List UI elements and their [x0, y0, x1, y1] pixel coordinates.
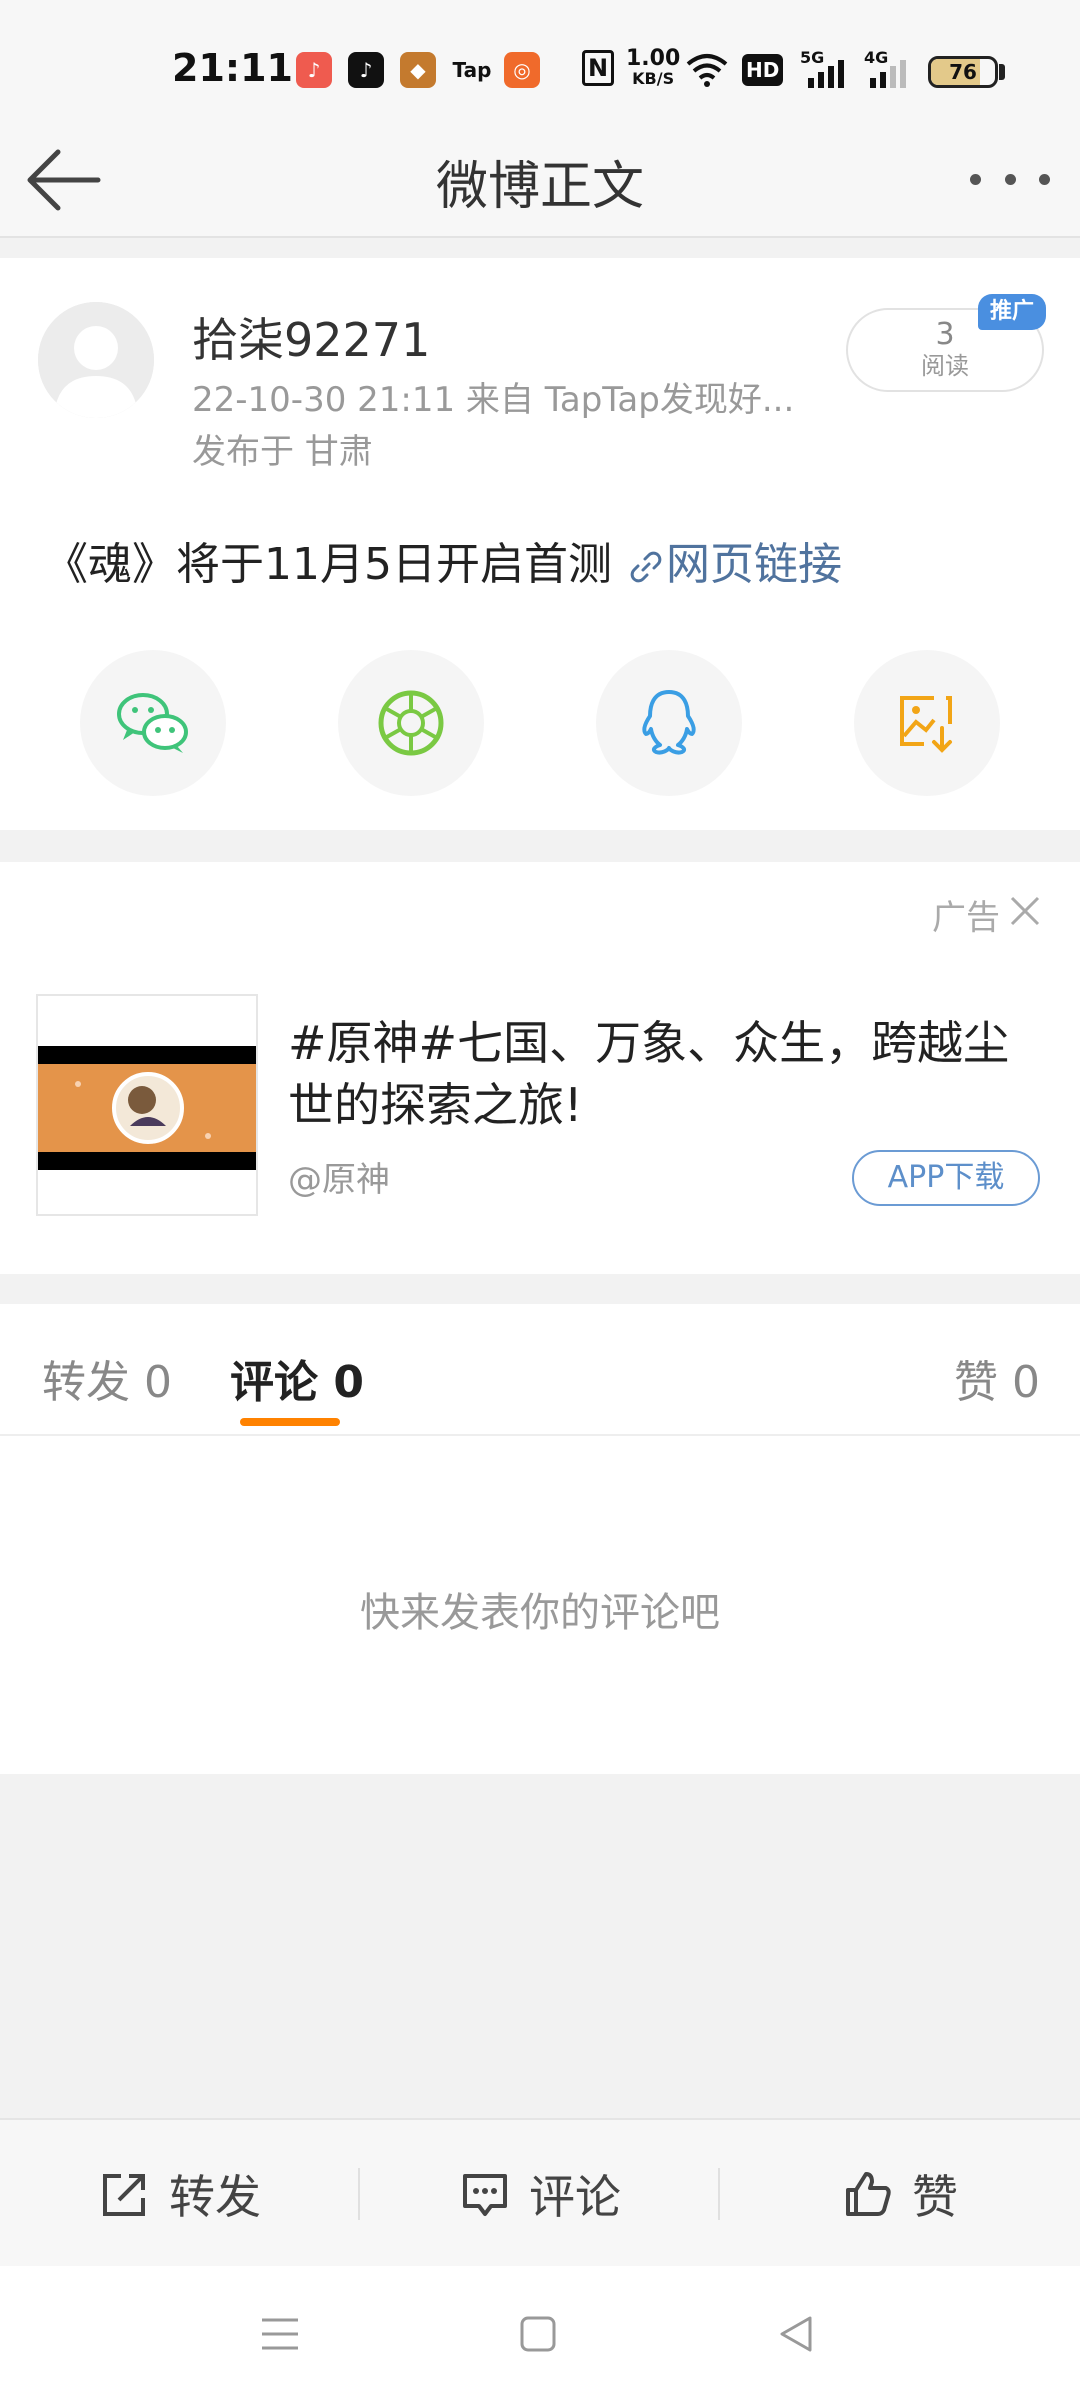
- ad-image: [38, 996, 256, 1214]
- status-time: 21:11: [172, 46, 293, 90]
- wechat-icon: [117, 693, 188, 753]
- moments-icon: [378, 690, 444, 756]
- page-title: 微博正文: [435, 157, 644, 217]
- ad-card[interactable]: 广告 #原神#七国、万象、众生，跨越尘世的探索之旅! @原神 APP下载: [0, 862, 1080, 1274]
- hd-badge: HD: [742, 54, 784, 86]
- ad-label: 广告: [932, 898, 1000, 938]
- tab-comment[interactable]: 评论 0: [230, 1346, 364, 1410]
- avatar[interactable]: [38, 302, 154, 418]
- signal-5g-icon: [808, 60, 844, 88]
- post-location: 发布于 甘肃: [192, 432, 373, 472]
- empty-comments-text: 快来发表你的评论吧: [360, 1590, 720, 1636]
- thumbs-up-icon: [846, 2172, 891, 2216]
- repost-button[interactable]: 转发: [0, 2120, 360, 2268]
- comment-button[interactable]: 评论: [360, 2120, 720, 2268]
- app-download-button[interactable]: APP下载: [852, 1150, 1040, 1206]
- save-image-icon: [900, 696, 952, 753]
- tiktok-app-icon: ♪: [348, 52, 384, 88]
- default-avatar-icon: [38, 302, 154, 418]
- read-label: 阅读: [921, 352, 969, 380]
- ad-handle[interactable]: @原神: [288, 1152, 390, 1201]
- store-app-icon: ◎: [504, 52, 540, 88]
- more-icon[interactable]: [970, 154, 1050, 204]
- comment-label: 评论: [529, 2170, 621, 2224]
- promo-tag: 推广: [978, 294, 1046, 330]
- close-icon[interactable]: [1006, 892, 1044, 930]
- battery-icon: 76: [928, 56, 998, 88]
- net-speed: 1.00 KB/S: [626, 48, 680, 88]
- battery-nub: [999, 64, 1005, 80]
- post-meta: 22-10-30 21:11 来自 TapTap发现好...: [192, 380, 795, 420]
- repost-icon: [103, 2174, 145, 2216]
- share-row: [0, 650, 1080, 800]
- tab-like[interactable]: 赞 0: [954, 1346, 1040, 1410]
- share-moments-button[interactable]: [338, 650, 484, 796]
- like-button[interactable]: 赞: [720, 2120, 1080, 2268]
- music-app-icon: ♪: [296, 52, 332, 88]
- status-bar: 21:11 ♪ ♪ ◆ Tap ◎ N 1.00 KB/S HD 5G 4G 7…: [0, 0, 1080, 140]
- repost-label: 转发: [169, 2170, 261, 2224]
- save-image-button[interactable]: [854, 650, 1000, 796]
- active-tab-indicator: [240, 1418, 340, 1426]
- home-icon[interactable]: [508, 2304, 568, 2364]
- system-nav-bar: [0, 2266, 1080, 2400]
- net-speed-value: 1.00: [626, 46, 681, 71]
- web-link[interactable]: 网页链接: [626, 539, 842, 590]
- ad-thumbnail[interactable]: [36, 994, 258, 1216]
- bottom-toolbar: 转发 评论 赞: [0, 2118, 1080, 2266]
- username[interactable]: 拾柒92271: [192, 304, 430, 370]
- taptap-app-icon: Tap: [448, 52, 496, 88]
- signal-4g-icon: [870, 60, 906, 88]
- net-speed-unit: KB/S: [632, 69, 675, 88]
- qq-icon: [642, 690, 696, 755]
- link-icon: [630, 551, 662, 583]
- wifi-icon: [686, 54, 728, 87]
- tab-repost[interactable]: 转发 0: [42, 1346, 172, 1410]
- like-label: 赞: [912, 2170, 958, 2224]
- game-app-icon: ◆: [400, 52, 436, 88]
- share-wechat-button[interactable]: [80, 650, 226, 796]
- battery-level: 76: [949, 60, 977, 84]
- tabs-divider: [0, 1434, 1080, 1436]
- taptap-app-label: Tap: [452, 58, 492, 82]
- comment-icon: [463, 2174, 507, 2216]
- back-triangle-icon[interactable]: [766, 2304, 826, 2364]
- share-qq-button[interactable]: [596, 650, 742, 796]
- web-link-text: 网页链接: [665, 539, 842, 590]
- ad-title[interactable]: #原神#七国、万象、众生，跨越尘世的探索之旅!: [288, 1012, 1048, 1136]
- nfc-icon: N: [582, 50, 614, 86]
- post-text: 《魂》将于11月5日开启首测 网页链接: [44, 528, 842, 592]
- post-card: 拾柒92271 22-10-30 21:11 来自 TapTap发现好... 发…: [0, 258, 1080, 830]
- menu-icon[interactable]: [250, 2304, 310, 2364]
- nav-bar: 微博正文: [0, 120, 1080, 238]
- post-body: 《魂》将于11月5日开启首测: [44, 539, 626, 590]
- interaction-tabs: 转发 0 评论 0 赞 0 快来发表你的评论吧: [0, 1304, 1080, 1774]
